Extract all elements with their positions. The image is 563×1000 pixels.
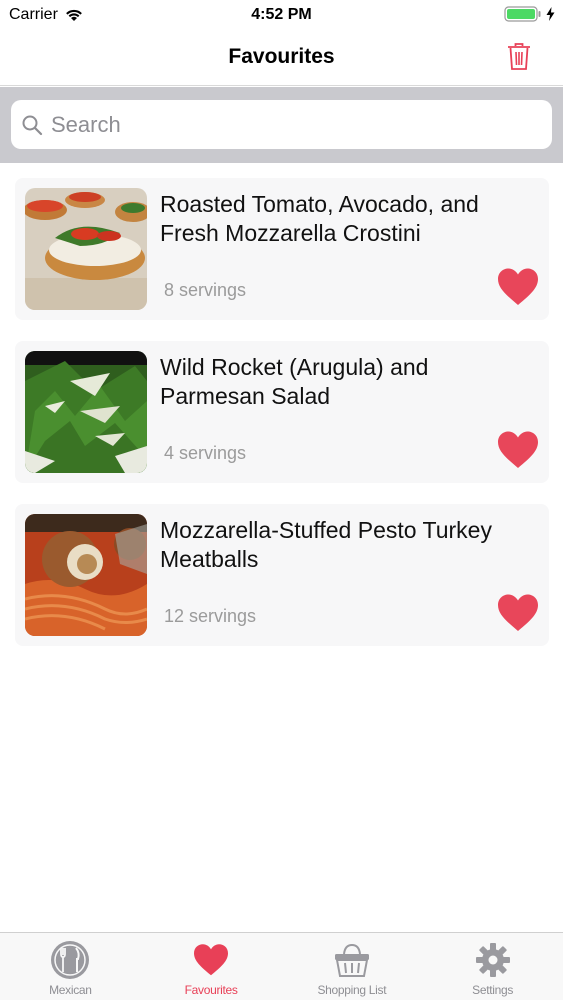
recipe-card-crostini[interactable]: Roasted Tomato, Avocado, and Fresh Mozza… (15, 178, 549, 320)
favourites-list: Roasted Tomato, Avocado, and Fresh Mozza… (15, 178, 549, 667)
gear-icon (472, 939, 514, 981)
recipe-thumbnail-salad (25, 351, 147, 473)
recipe-card-meatballs[interactable]: Mozzarella-Stuffed Pesto Turkey Meatball… (15, 504, 549, 646)
basket-icon (331, 939, 373, 981)
status-time: 4:52 PM (251, 6, 312, 23)
tab-label: Settings (472, 983, 514, 997)
favourite-toggle-button[interactable] (496, 430, 540, 470)
recipe-thumbnail-meatballs (25, 514, 147, 636)
tab-shopping-list[interactable]: Shopping List (282, 933, 423, 1000)
battery-icon (504, 6, 541, 22)
recipe-title: Wild Rocket (Arugula) and Parmesan Salad (160, 354, 429, 409)
favourite-toggle-button[interactable] (496, 267, 540, 307)
search-field[interactable] (11, 100, 552, 149)
meatballs-image (25, 514, 147, 636)
tab-label: Favourites (184, 983, 238, 997)
recipe-title: Mozzarella-Stuffed Pesto Turkey Meatball… (160, 517, 492, 572)
tab-favourites[interactable]: Favourites (141, 933, 282, 1000)
search-input[interactable] (51, 111, 531, 138)
page-title: Favourites (228, 45, 335, 68)
recipe-thumbnail-crostini (25, 188, 147, 310)
search-bar (0, 87, 563, 163)
tab-mexican[interactable]: Mexican (0, 933, 141, 1000)
recipe-title: Roasted Tomato, Avocado, and Fresh Mozza… (160, 191, 479, 246)
status-right (504, 6, 555, 22)
plate-cutlery-icon (49, 939, 91, 981)
heart-icon (498, 268, 538, 305)
navigation-bar: Favourites (0, 30, 563, 86)
charging-bolt-icon (546, 7, 555, 21)
crostini-image (25, 188, 147, 310)
recipe-servings: 8 servings (164, 280, 247, 300)
tab-label: Shopping List (317, 983, 387, 997)
status-bar: Carrier 4:52 PM (0, 0, 563, 30)
tab-bar: Mexican Favourites Shopping List Setting… (0, 932, 563, 1000)
salad-image (25, 351, 147, 473)
trash-icon (508, 43, 530, 70)
tab-label: Mexican (49, 983, 92, 997)
heart-icon (498, 431, 538, 468)
favourite-toggle-button[interactable] (496, 593, 540, 633)
recipe-servings: 12 servings (164, 606, 257, 626)
tab-settings[interactable]: Settings (422, 933, 563, 1000)
recipe-card-salad[interactable]: Wild Rocket (Arugula) and Parmesan Salad… (15, 341, 549, 483)
heart-icon (190, 939, 232, 981)
heart-icon (498, 594, 538, 631)
delete-all-button[interactable] (507, 43, 531, 71)
search-icon (22, 115, 43, 135)
recipe-servings: 4 servings (164, 443, 247, 463)
